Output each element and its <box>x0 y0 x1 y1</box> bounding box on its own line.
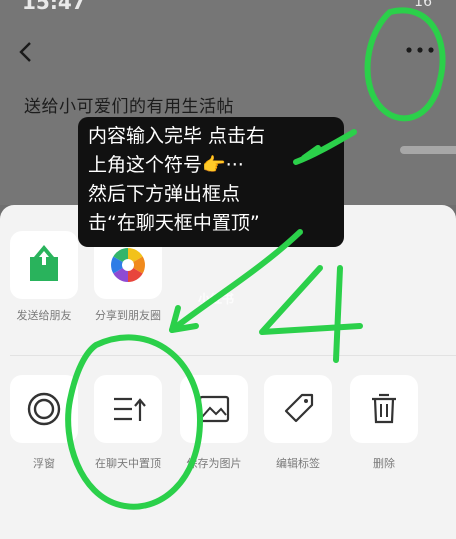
edit-tag-button[interactable] <box>264 375 332 443</box>
more-options-icon[interactable] <box>404 42 436 58</box>
save-as-image-label: 保存为图片 <box>186 457 242 470</box>
pin-to-top-icon <box>114 397 146 421</box>
post-title: 送给小可爱们的有用生活帖 <box>24 97 234 117</box>
edit-tag-label: 编辑标签 <box>276 457 320 470</box>
float-window-button[interactable] <box>10 375 78 443</box>
annotation-note: 内容输入完毕 点击右 上角这个符号👉··· 然后下方弹出框点 击“在聊天框中置顶… <box>88 122 344 238</box>
watermark: 小红书 <box>198 292 235 306</box>
battery-indicator: 16 <box>414 0 432 10</box>
annotation-line: 然后下方弹出框点 <box>88 183 241 205</box>
back-arrow-icon[interactable] <box>14 38 42 66</box>
annotation-line: 击“在聊天框中置顶” <box>88 212 260 234</box>
send-to-friend-label: 发送给朋友 <box>16 309 72 322</box>
background-pill <box>400 146 456 154</box>
annotation-line: 上角这个符号👉··· <box>88 154 244 176</box>
share-upload-icon <box>30 245 58 281</box>
send-to-friend-button[interactable] <box>10 231 78 299</box>
float-window-label: 浮窗 <box>33 457 55 470</box>
delete-button[interactable] <box>350 375 418 443</box>
pin-to-top-button[interactable] <box>94 375 162 443</box>
tag-icon <box>284 393 314 423</box>
section-divider <box>10 355 456 356</box>
save-image-icon <box>198 395 230 423</box>
action-sheet: 发送给朋友 分享到朋友圈 浮窗 在聊天中置顶 保存为图片 编辑标签 删除 <box>0 205 456 539</box>
float-window-icon <box>27 392 61 426</box>
trash-icon <box>372 393 396 424</box>
annotation-line: 内容输入完毕 点击右 <box>88 125 266 147</box>
status-time: 15:47 <box>22 0 86 14</box>
share-to-moments-label: 分享到朋友圈 <box>95 309 161 322</box>
delete-label: 删除 <box>373 457 395 470</box>
save-as-image-button[interactable] <box>180 375 248 443</box>
pin-to-top-label: 在聊天中置顶 <box>95 457 161 470</box>
